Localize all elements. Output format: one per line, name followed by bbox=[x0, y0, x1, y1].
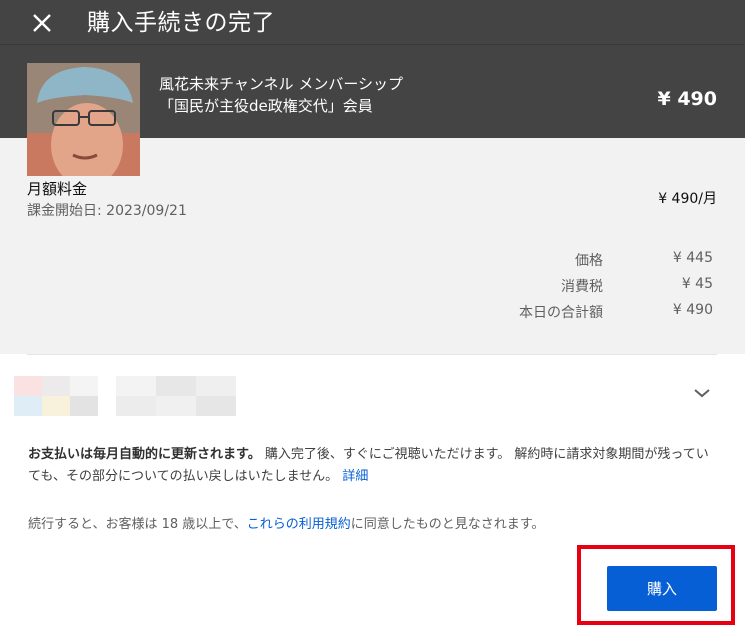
auto-renew-bold: お支払いは毎月自動的に更新されます。 bbox=[28, 447, 261, 462]
breakdown-label: 消費税 bbox=[561, 279, 603, 295]
plan-label: 月額料金 bbox=[27, 180, 88, 198]
close-button[interactable] bbox=[26, 6, 58, 40]
terms-text-after: に同意したものと見なされます。 bbox=[350, 517, 545, 532]
section-divider bbox=[27, 354, 717, 355]
payment-card-number bbox=[116, 376, 236, 416]
details-link[interactable]: 詳細 bbox=[342, 469, 368, 484]
product-price: ¥ 490 bbox=[657, 88, 718, 110]
product-name-line2: 「国民が主役de政権交代」会員 bbox=[159, 97, 373, 115]
auto-renew-notice: お支払いは毎月自動的に更新されます。 購入完了後、すぐにご視聴いただけます。 解… bbox=[28, 444, 718, 488]
product-name: 風花未来チャンネル メンバーシップ 「国民が主役de政権交代」会員 bbox=[159, 73, 403, 117]
breakdown-value: ¥ 445 bbox=[672, 250, 713, 266]
breakdown-label: 価格 bbox=[575, 253, 603, 269]
buy-button[interactable]: 購入 bbox=[607, 566, 717, 611]
chevron-down-icon[interactable] bbox=[693, 384, 711, 403]
breakdown-value: ¥ 45 bbox=[681, 276, 713, 292]
close-icon bbox=[33, 14, 51, 32]
terms-notice: 続行すると、お客様は 18 歳以上で、これらの利用規約に同意したものと見なされま… bbox=[28, 514, 728, 536]
breakdown-label: 本日の合計額 bbox=[519, 305, 603, 321]
monthly-price: ¥ 490/月 bbox=[658, 191, 717, 207]
breakdown-row-tax: 消費税 ¥ 45 bbox=[0, 276, 745, 298]
breakdown-row-price: 価格 ¥ 445 bbox=[0, 250, 745, 272]
page-title: 購入手続きの完了 bbox=[87, 10, 275, 36]
terms-text-before: 続行すると、お客様は 18 歳以上で、 bbox=[28, 517, 247, 532]
header-divider bbox=[0, 44, 745, 45]
product-name-line1: 風花未来チャンネル メンバーシップ bbox=[159, 75, 404, 93]
terms-link[interactable]: これらの利用規約 bbox=[247, 517, 351, 532]
channel-avatar bbox=[27, 63, 140, 176]
payment-method-selector[interactable] bbox=[0, 362, 745, 430]
breakdown-row-total: 本日の合計額 ¥ 490 bbox=[0, 302, 745, 324]
billing-start-date: 課金開始日: 2023/09/21 bbox=[27, 203, 187, 219]
payment-card-icon bbox=[14, 376, 98, 416]
breakdown-value: ¥ 490 bbox=[672, 302, 713, 318]
